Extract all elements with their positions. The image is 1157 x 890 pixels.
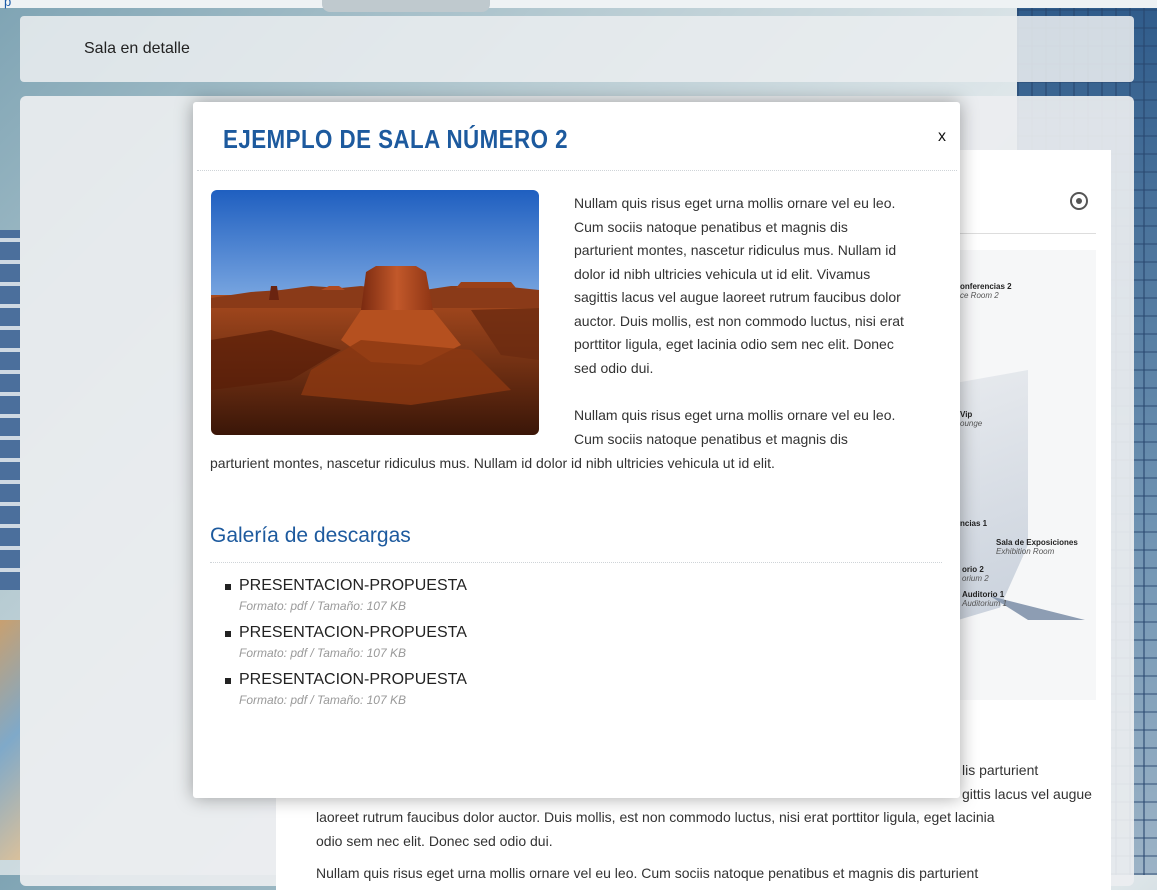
description-paragraph-1: Nullam quis risus eget urna mollis ornar… [574,192,904,380]
downloads-gallery-title: Galería de descargas [210,524,411,547]
paragraph-line: Cum sociis natoque penatibus et magnis d… [574,430,848,447]
paragraph-line: Nullam quis risus eget urna mollis ornar… [574,407,896,423]
map-label: Sala de Exposiciones Exhibition Room [996,538,1078,556]
room-detail-modal: EJEMPLO DE SALA NÚMERO 2 x Nullam quis r… [193,102,960,798]
download-link[interactable]: PRESENTACION-PROPUESTA [239,670,467,690]
paragraph-line: sed odio dui. [574,359,654,376]
map-label: Auditorio 1 Auditorium 1 [962,590,1007,608]
background-left-decoration [0,230,20,590]
modal-divider [197,170,957,171]
map-label: Vip ounge [960,410,983,428]
download-item: PRESENTACION-PROPUESTA Formato: pdf / Ta… [217,576,467,623]
desert-landscape-image [211,190,539,435]
download-item: PRESENTACION-PROPUESTA Formato: pdf / Ta… [217,623,467,670]
background-text-line: Nullam quis risus eget urna mollis ornar… [316,865,979,881]
background-text-fragment: lis parturient [962,762,1039,778]
background-text-fragment: gittis lacus vel augue [962,786,1092,802]
download-meta: Formato: pdf / Tamaño: 107 KB [239,693,406,707]
room-photo [211,190,539,435]
header-panel: Sala en detalle [20,16,1134,82]
map-label: ncias 1 [960,519,988,528]
target-icon[interactable] [1070,192,1088,210]
paragraph-line: sagittis lacus vel augue laoreet rutrum … [574,289,901,305]
modal-title: EJEMPLO DE SALA NÚMERO 2 [223,124,568,154]
background-text-line: odio sem nec elit. Donec sed odio dui. [316,833,553,849]
page-title: Sala en detalle [84,40,190,57]
background-left-decoration-lower [0,620,20,860]
download-link[interactable]: PRESENTACION-PROPUESTA [239,623,467,643]
paragraph-line: parturient montes, nascetur ridiculus mu… [574,242,897,258]
download-link[interactable]: PRESENTACION-PROPUESTA [239,576,467,596]
map-label: orio 2 orium 2 [962,565,989,583]
paragraph-line: parturient montes, nascetur ridiculus mu… [210,455,775,471]
paragraph-line: porttitor ligula, eget lacinia odio sem … [574,336,894,352]
download-item: PRESENTACION-PROPUESTA Formato: pdf / Ta… [217,670,467,717]
download-meta: Formato: pdf / Tamaño: 107 KB [239,599,406,613]
description-paragraph-2: Nullam quis risus eget urna mollis ornar… [574,404,895,451]
top-tab[interactable] [322,0,490,12]
paragraph-line: dolor id nibh ultricies vehicula ut id e… [574,265,871,282]
paragraph-line: Nullam quis risus eget urna mollis ornar… [574,195,896,211]
background-text-line: laoreet rutrum faucibus dolor auctor. Du… [316,809,995,825]
top-nav-link[interactable]: p [4,0,11,9]
close-button[interactable]: x [938,128,946,146]
download-meta: Formato: pdf / Tamaño: 107 KB [239,646,406,660]
column-divider [958,233,1096,234]
top-bar [0,0,1157,8]
map-label: onferencias 2 ce Room 2 [960,282,1012,300]
downloads-list: PRESENTACION-PROPUESTA Formato: pdf / Ta… [217,576,467,717]
paragraph-line: auctor. Duis mollis, est non commodo luc… [574,312,904,329]
paragraph-line: Cum sociis natoque penatibus et magnis d… [574,218,848,235]
gallery-divider [210,562,942,563]
